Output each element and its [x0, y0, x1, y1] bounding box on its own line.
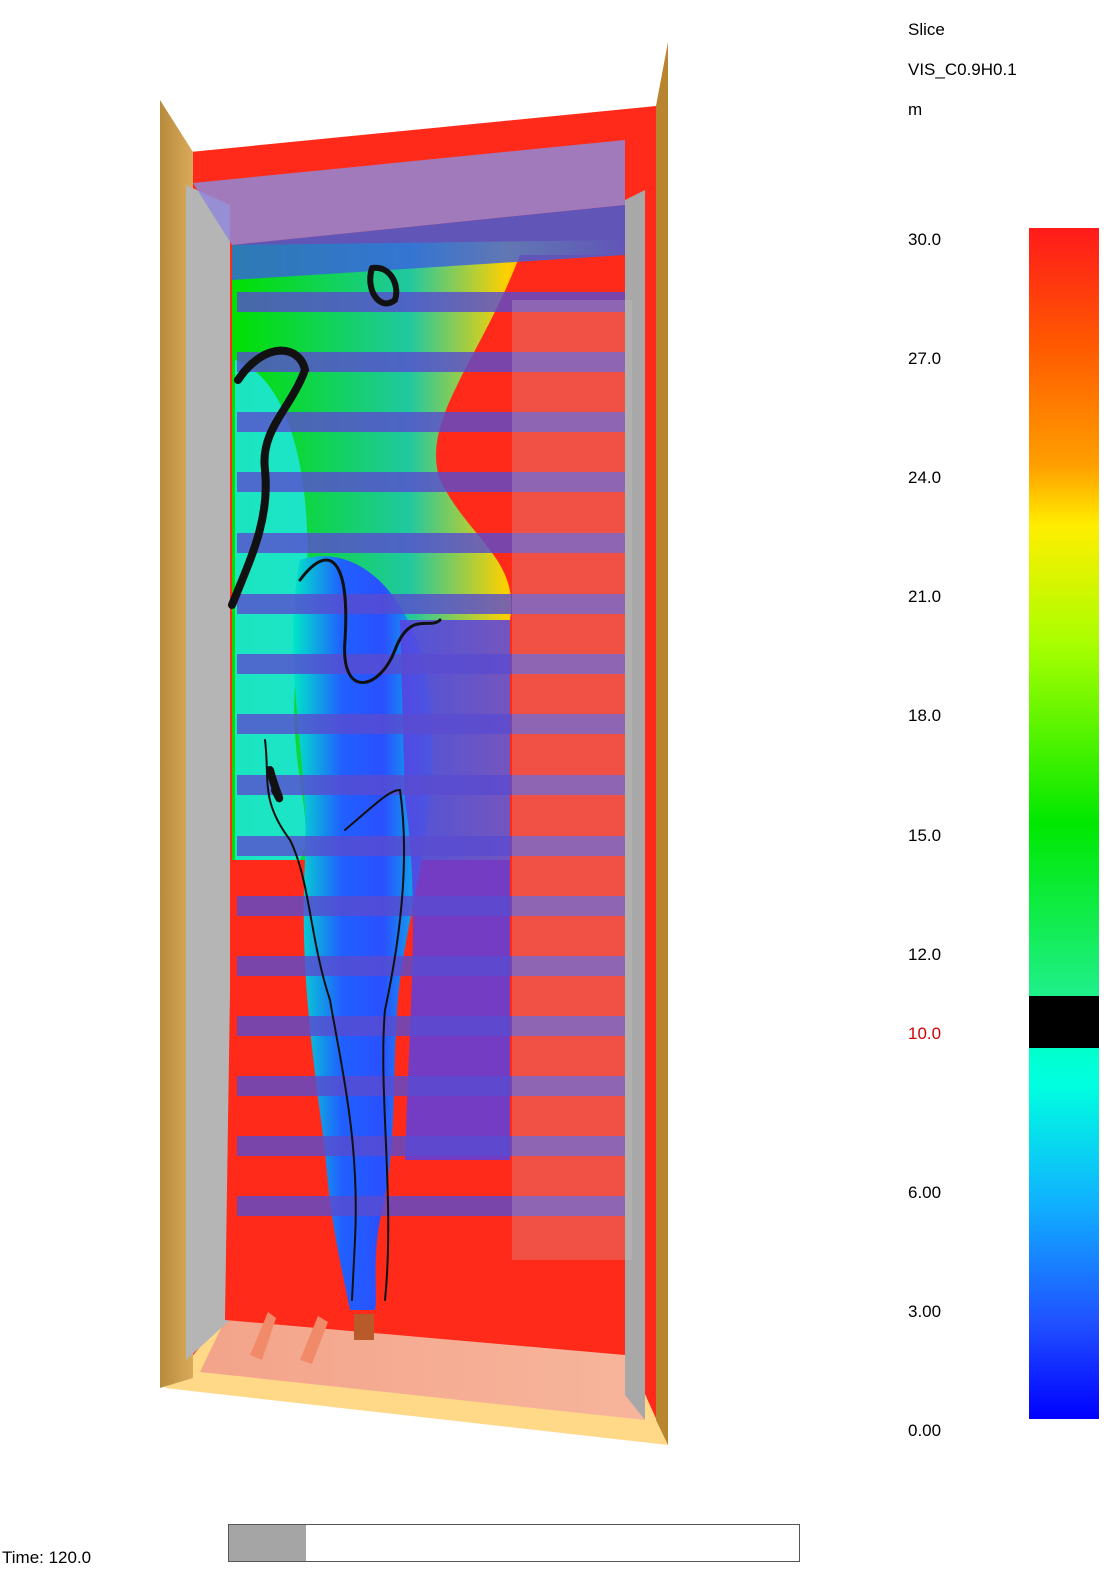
3d-viewport[interactable] [0, 0, 880, 1500]
legend-quantity: VIS_C0.9H0.1 [908, 60, 1017, 79]
legend-tick-highlight: 10.0 [908, 1024, 942, 1043]
colorbar-contour-band [1029, 996, 1099, 1048]
legend-unit: m [908, 100, 923, 119]
legend-tick: 24.0 [908, 468, 942, 487]
legend-tick: 18.0 [908, 706, 942, 725]
legend-tick: 6.00 [908, 1183, 942, 1202]
right-wall [656, 42, 668, 1445]
left-column [186, 185, 230, 1360]
legend-tick: 15.0 [908, 826, 942, 845]
legend-tick: 21.0 [908, 587, 942, 606]
legend-tick: 27.0 [908, 349, 942, 368]
time-slider-thumb[interactable] [229, 1525, 306, 1561]
legend-tick: 30.0 [908, 230, 942, 249]
legend-tick: 12.0 [908, 945, 942, 964]
legend-slice-label: Slice [908, 20, 945, 39]
legend-tick: 3.00 [908, 1302, 942, 1321]
time-label: Time: 120.0 [2, 1548, 92, 1567]
colorbar [1029, 228, 1099, 1419]
grey-pillar [512, 300, 632, 1260]
time-slider[interactable] [228, 1524, 800, 1562]
legend-tick: 0.00 [908, 1421, 942, 1440]
